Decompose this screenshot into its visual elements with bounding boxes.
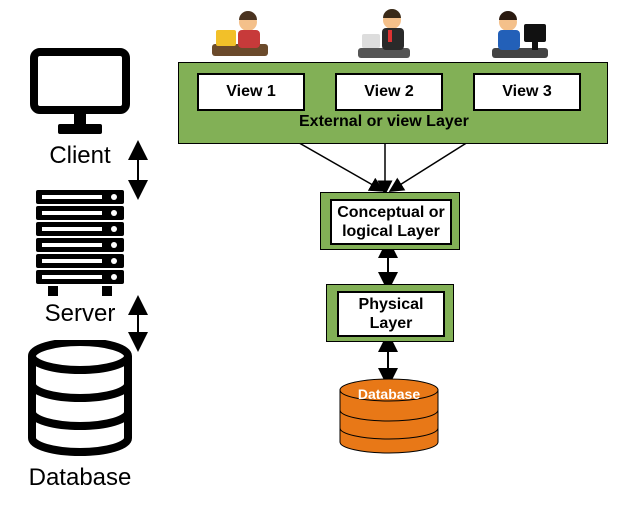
database-icon: [25, 340, 135, 460]
server-label: Server: [30, 300, 130, 328]
physical-layer-title: Physical Layer: [337, 291, 445, 337]
external-layer-block: View 1 View 2 View 3 External or view La…: [178, 62, 608, 144]
view3-label: View 3: [502, 83, 552, 101]
view1-label: View 1: [226, 83, 276, 101]
view1-box: View 1: [197, 73, 305, 111]
server-icon: [30, 188, 130, 298]
database-label: Database: [20, 464, 140, 492]
client-label: Client: [30, 142, 130, 170]
user-icon: [488, 8, 552, 64]
diagram-root: Client: [0, 0, 619, 513]
user-icon: [208, 8, 272, 64]
conceptual-layer-block: Conceptual or logical Layer: [320, 192, 460, 250]
external-layer-title: External or view Layer: [299, 113, 469, 131]
client-icon: [30, 48, 130, 138]
user-icon: [352, 8, 416, 64]
physical-layer-block: Physical Layer: [326, 284, 454, 342]
database-storage-icon: Database: [336, 378, 442, 456]
view3-box: View 3: [473, 73, 581, 111]
view2-label: View 2: [364, 83, 414, 101]
view2-box: View 2: [335, 73, 443, 111]
database-storage-label: Database: [336, 386, 442, 402]
conceptual-layer-title: Conceptual or logical Layer: [330, 199, 452, 245]
